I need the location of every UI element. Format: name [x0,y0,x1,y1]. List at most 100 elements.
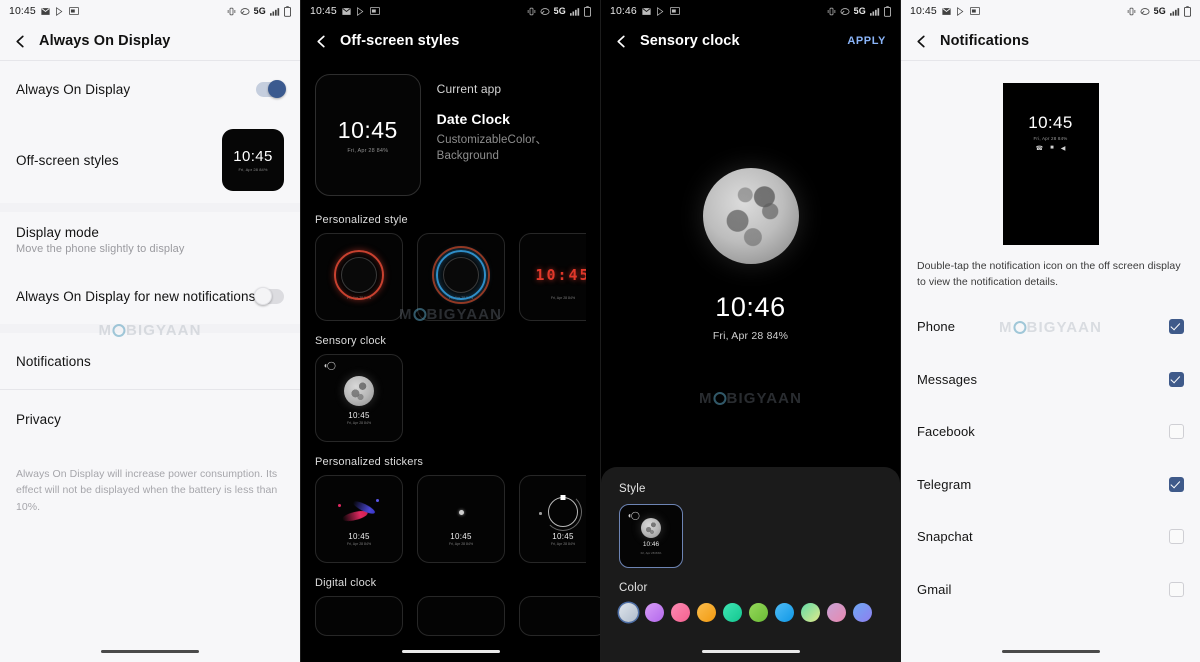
digital-thumb-2[interactable] [417,596,505,636]
watermark-pre: M [698,390,713,407]
new-notifications-toggle[interactable] [254,286,284,305]
settings-group-notifications: Notifications [0,333,300,389]
style-thumb-moon-clock[interactable]: ◖◯ 10:45 Fri, Apr 28 84% [315,354,403,442]
home-indicator[interactable] [101,649,199,653]
row-label: Display mode [16,225,99,240]
current-style-preview-row: 10:45 Fri, Apr 28 84% Current app Date C… [315,60,586,200]
row-off-screen-styles[interactable]: Off-screen styles 10:45 Fri, Apr 28 84% [0,117,300,203]
vpn-icon [240,7,250,16]
row-notifications[interactable]: Notifications [0,333,300,389]
notification-row-facebook[interactable]: Facebook [901,406,1200,459]
color-swatch-periwinkle[interactable] [853,603,872,622]
status-clock: 10:45 [310,5,337,17]
back-icon[interactable] [14,35,27,48]
app-checkbox[interactable] [1169,371,1184,387]
always-on-display-toggle[interactable] [256,79,286,98]
gauge-red-icon [334,249,384,300]
preview-notification-icons: ☎ ■ ◀ [1003,145,1099,152]
row-label: Off-screen styles [16,152,119,168]
style-thumb-gauge-red[interactable]: Fri, Apr 28 84% [315,233,403,321]
style-options-sheet: Style ◖◯ 10:46 Fri, Apr 28 84% Color [601,467,900,662]
app-checkbox[interactable] [1169,424,1184,440]
sticker-thumb-ring[interactable]: 10:45 Fri, Apr 28 84% [519,475,586,563]
preview-date: Fri, Apr 28 84% [712,330,789,342]
section-gap [0,324,300,333]
back-icon[interactable] [315,35,328,48]
toggle-knob [268,79,286,98]
current-app-label: Current app [436,82,502,96]
network-type-label: 5G [253,6,266,16]
apply-button[interactable]: APPLY [847,35,886,47]
battery-icon [284,5,291,17]
section-title-digital-clock: Digital clock [315,577,377,589]
row-display-mode[interactable]: Display mode Move the phone slightly to … [0,212,300,268]
sticker-thumb-comet[interactable]: 10:45 Fri, Apr 28 84% [315,475,403,563]
back-icon[interactable] [915,35,928,48]
home-indicator[interactable] [1001,649,1100,653]
moon-icon [702,168,799,264]
thumb-time: 10:45 [450,532,472,541]
home-indicator[interactable] [701,649,800,653]
screenshot-icon [369,7,380,15]
row-label: Always On Display for new notifications [16,288,256,304]
row-privacy[interactable]: Privacy [0,390,300,448]
current-style-preview[interactable]: 10:45 Fri, Apr 28 84% [315,74,421,196]
app-bar: Off-screen styles [301,22,600,60]
section-title-personalized-stickers: Personalized stickers [315,456,424,468]
app-checkbox[interactable] [1169,529,1184,545]
settings-group-display: Always On Display Off-screen styles 10:4… [0,61,300,203]
notification-row-phone[interactable]: Phone [901,301,1200,354]
style-thumb-gauge-blue[interactable]: Fri, Apr 28 84% [417,233,505,321]
signal-icon [1170,7,1180,16]
vpn-icon [540,7,550,16]
color-swatch-violet[interactable] [645,603,664,622]
digital-thumb-3[interactable] [519,596,600,636]
settings-group-privacy: Privacy [0,390,300,448]
row-aod-new-notifications[interactable]: Always On Display for new notifications [0,268,300,324]
telegram-icon: ◀ [1060,146,1066,152]
color-swatch-teal[interactable] [723,603,742,622]
vpn-icon [840,7,850,16]
row-always-on-display[interactable]: Always On Display [0,61,300,117]
preview-time: 10:45 [1028,113,1073,132]
digital-thumb-1[interactable] [315,596,403,636]
screenshot-icon [669,7,680,15]
color-swatch-pink-mauve[interactable] [827,603,846,622]
color-swatch-list [619,603,882,622]
color-swatch-silver-blue[interactable] [619,603,638,622]
preview-clock: 10:46 Fri, Apr 28 84% [601,292,900,342]
color-swatch-green[interactable] [749,603,768,622]
notification-row-messages[interactable]: Messages [901,353,1200,406]
color-swatch-orange[interactable] [697,603,716,622]
notification-row-snapchat[interactable]: Snapchat [901,511,1200,564]
color-swatch-blue[interactable] [775,603,794,622]
battery-icon [1184,5,1191,17]
back-icon[interactable] [615,35,628,48]
status-clock: 10:46 [610,5,637,17]
thumb-date: Fri, Apr 28 84% [448,542,474,546]
color-swatch-lime-teal[interactable] [801,603,820,622]
thumb-date: Fri, Apr 28 84% [550,295,576,300]
notification-row-telegram[interactable]: Telegram [901,458,1200,511]
style-thumb-led-digital[interactable]: 10:45 Fri, Apr 28 84% [519,233,586,321]
preview-date: Fri, Apr 28 84% [347,147,389,154]
mail-icon [41,7,50,16]
app-checkbox[interactable] [1169,319,1184,335]
thumbnail-time: 10:45 [233,148,273,165]
vibrate-icon [227,7,236,16]
watermark-ring-icon [713,392,727,405]
vibrate-icon [527,7,536,16]
notification-row-gmail[interactable]: Gmail [901,563,1200,616]
notification-app-list: M BIGYAAN Phone Messages Facebook Telegra… [901,301,1200,616]
moon-icon [344,371,374,411]
off-screen-style-thumbnail[interactable]: 10:45 Fri, Apr 28 84% [222,129,284,191]
app-checkbox[interactable] [1169,476,1184,492]
network-type-label: 5G [853,6,866,16]
sticker-thumb-dot[interactable]: 10:45 Fri, Apr 28 84% [417,475,505,563]
current-style-props: CustomizableColor、Background [436,134,548,162]
sensory-clock-row: ◖◯ 10:45 Fri, Apr 28 84% [315,354,586,442]
color-swatch-pink[interactable] [671,603,690,622]
home-indicator[interactable] [401,649,500,653]
style-option-moon[interactable]: ◖◯ 10:46 Fri, Apr 28 84% [619,504,683,568]
app-checkbox[interactable] [1169,581,1184,597]
